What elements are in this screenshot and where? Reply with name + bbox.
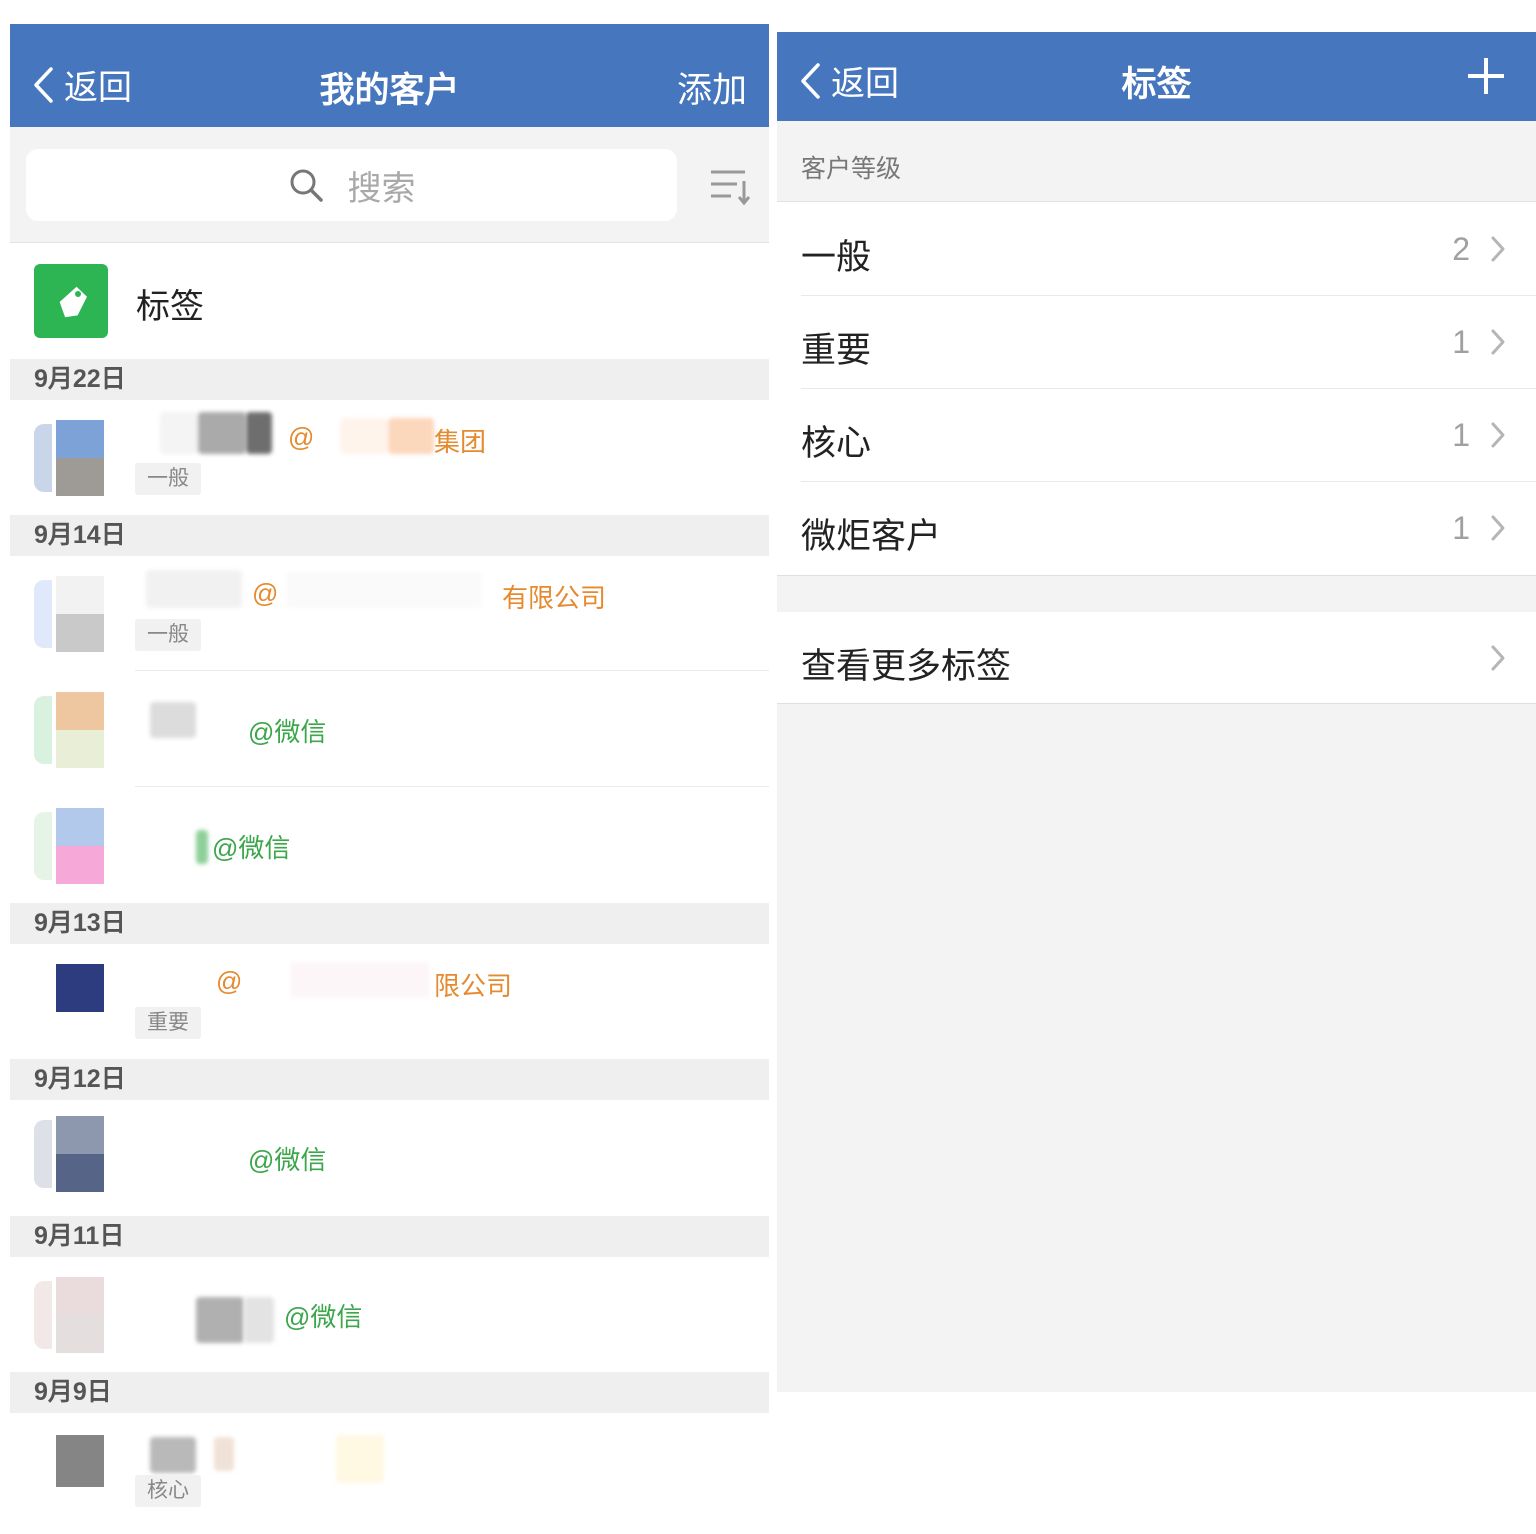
name-redacted xyxy=(150,1437,196,1473)
more-tags-label: 查看更多标签 xyxy=(801,647,1012,686)
contact-row[interactable]: @微信 xyxy=(10,788,769,903)
contact-source: @微信 xyxy=(284,1302,363,1332)
tag-badge: 一般 xyxy=(135,463,201,495)
add-button[interactable]: 添加 xyxy=(677,62,747,113)
date-header: 9月22日 xyxy=(10,359,769,400)
contact-row[interactable]: @微信 xyxy=(10,672,769,787)
avatar xyxy=(34,576,108,652)
date-header: 9月14日 xyxy=(10,515,769,556)
contact-row[interactable]: @ 限公司 重要 xyxy=(10,944,769,1059)
contact-source: @微信 xyxy=(248,717,327,747)
contact-row[interactable]: 核心 xyxy=(10,1413,769,1534)
back-button[interactable]: 返回 xyxy=(799,56,899,105)
tag-entry-row[interactable]: 标签 xyxy=(10,243,769,358)
tag-name: 微炬客户 xyxy=(801,517,942,556)
contact-source: @微信 xyxy=(212,833,291,863)
contact-company: 限公司 xyxy=(434,971,513,1001)
company-redacted xyxy=(340,418,388,454)
tag-count: 1 xyxy=(1452,510,1470,546)
tag-icon xyxy=(34,264,108,338)
date-header: 9月11日 xyxy=(10,1216,769,1257)
chevron-left-icon xyxy=(34,66,53,103)
tags-screen: 返回 标签 客户等级 一般 2 重要 1 核心 1 微炬客户 1 查看更多标签 xyxy=(777,0,1536,1534)
tag-entry-label: 标签 xyxy=(136,288,204,326)
avatar xyxy=(34,1435,108,1511)
back-button[interactable]: 返回 xyxy=(32,60,132,109)
chevron-right-icon xyxy=(1491,515,1505,541)
tag-count: 2 xyxy=(1452,231,1470,267)
tag-row[interactable]: 核心 1 xyxy=(777,389,1536,482)
date-header: 9月13日 xyxy=(10,903,769,944)
date-header: 9月12日 xyxy=(10,1059,769,1100)
customers-nav-bar: 返回 我的客户 添加 xyxy=(10,24,769,127)
tag-badge: 核心 xyxy=(135,1475,201,1507)
sort-icon[interactable] xyxy=(709,167,751,207)
contact-company: 集团 xyxy=(434,427,487,457)
back-label: 返回 xyxy=(64,69,132,107)
tag-badge: 一般 xyxy=(135,619,201,651)
tag-count: 1 xyxy=(1452,324,1470,360)
name-redacted xyxy=(160,412,198,454)
company-redacted xyxy=(290,962,430,998)
chevron-right-icon xyxy=(1491,422,1505,448)
contact-row[interactable]: @微信 xyxy=(10,1100,769,1215)
chevron-right-icon xyxy=(1491,329,1505,355)
name-redacted xyxy=(244,1297,274,1343)
chevron-left-icon xyxy=(801,62,820,99)
name-redacted xyxy=(196,830,208,864)
customers-screen: 返回 我的客户 添加 搜索 标签 9月22日 @ 集团 一般 9月14日 @ 有… xyxy=(10,0,769,1534)
name-redacted xyxy=(146,570,242,608)
back-label: 返回 xyxy=(831,65,899,103)
section-title: 客户等级 xyxy=(777,121,1536,202)
at-symbol: @ xyxy=(216,966,243,996)
at-symbol: @ xyxy=(252,578,279,608)
tag-row[interactable]: 微炬客户 1 xyxy=(777,482,1536,575)
tag-name: 重要 xyxy=(801,331,872,370)
name-redacted xyxy=(198,412,246,454)
contact-row[interactable]: @微信 xyxy=(10,1257,769,1372)
tag-row[interactable]: 一般 2 xyxy=(777,203,1536,296)
contact-row[interactable]: @ 集团 一般 xyxy=(10,400,769,515)
avatar xyxy=(34,964,108,1040)
name-redacted xyxy=(196,1297,244,1343)
company-redacted xyxy=(388,418,434,454)
company-redacted xyxy=(336,1435,384,1483)
name-redacted xyxy=(150,702,196,738)
search-bar: 搜索 xyxy=(10,127,769,243)
tag-row[interactable]: 重要 1 xyxy=(777,296,1536,389)
avatar xyxy=(34,692,108,768)
empty-area xyxy=(777,704,1536,1392)
date-header: 9月9日 xyxy=(10,1372,769,1413)
avatar xyxy=(34,1116,108,1192)
contact-source: @微信 xyxy=(248,1145,327,1175)
plus-icon[interactable] xyxy=(1466,56,1506,96)
tags-nav-bar: 返回 标签 xyxy=(777,32,1536,121)
avatar xyxy=(34,808,108,884)
contact-row[interactable]: @ 有限公司 一般 xyxy=(10,556,769,671)
chevron-right-icon xyxy=(1491,236,1505,262)
search-input[interactable]: 搜索 xyxy=(26,149,677,221)
tag-name: 核心 xyxy=(801,424,872,463)
avatar xyxy=(34,1277,108,1353)
name-redacted xyxy=(246,412,272,454)
tag-badge: 重要 xyxy=(135,1007,201,1039)
search-placeholder: 搜索 xyxy=(347,169,416,208)
contact-company: 有限公司 xyxy=(502,583,607,613)
section-gap xyxy=(777,575,1536,613)
tag-name: 一般 xyxy=(801,238,872,277)
chevron-right-icon xyxy=(1491,645,1505,671)
more-tags-row[interactable]: 查看更多标签 xyxy=(777,612,1536,704)
company-redacted xyxy=(286,572,482,608)
search-icon xyxy=(290,169,323,202)
avatar xyxy=(34,420,108,496)
at-symbol: @ xyxy=(288,422,315,452)
tag-count: 1 xyxy=(1452,417,1470,453)
company-redacted xyxy=(214,1437,234,1471)
